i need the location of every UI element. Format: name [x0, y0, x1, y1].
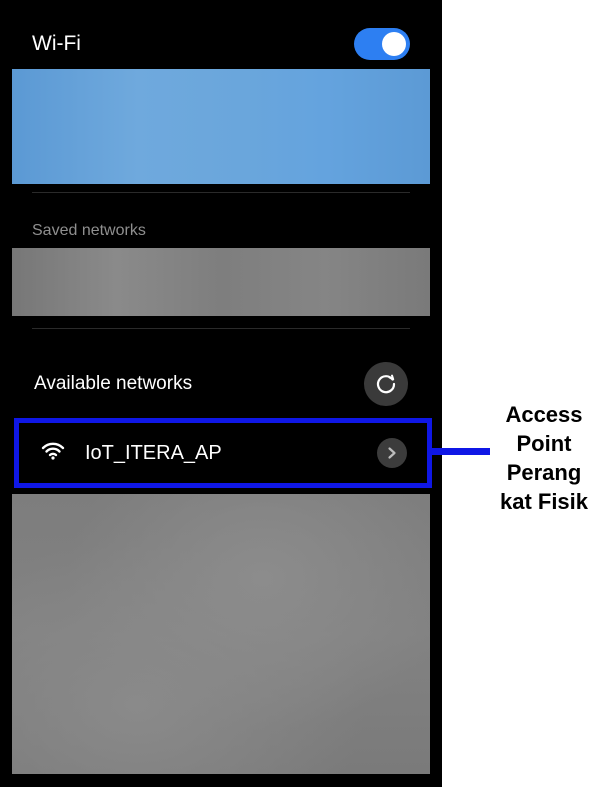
screenshot-stage: Wi-Fi Saved networks Available networks: [0, 0, 600, 787]
annotation-label: Access Point Perang kat Fisik: [488, 400, 600, 516]
refresh-icon: [376, 374, 396, 394]
network-list-item[interactable]: IoT_ITERA_AP: [14, 418, 432, 488]
blurred-other-networks: [12, 494, 430, 774]
annotation-line: Point: [516, 431, 572, 456]
available-networks-header: Available networks: [34, 362, 408, 406]
blurred-saved-networks: [12, 248, 430, 316]
saved-networks-title: Saved networks: [32, 222, 146, 239]
wifi-settings-screen: Wi-Fi Saved networks Available networks: [0, 0, 442, 787]
wifi-icon: [41, 441, 65, 466]
network-details-button[interactable]: [377, 438, 407, 468]
toggle-knob: [382, 32, 406, 56]
wifi-title: Wi-Fi: [32, 32, 81, 55]
wifi-toggle[interactable]: [354, 28, 410, 60]
available-networks-title: Available networks: [34, 373, 193, 394]
blurred-connected-network: [12, 69, 430, 184]
refresh-button[interactable]: [364, 362, 408, 406]
annotation-line: kat Fisik: [499, 489, 589, 514]
network-name: IoT_ITERA_AP: [85, 442, 222, 464]
annotation-line: Access: [505, 402, 583, 427]
wifi-toggle-row[interactable]: Wi-Fi: [32, 28, 412, 62]
divider: [32, 328, 410, 329]
divider: [32, 192, 410, 193]
annotation-connector-line: [427, 448, 490, 455]
annotation-line: Perang: [506, 460, 582, 485]
chevron-right-icon: [388, 447, 396, 459]
